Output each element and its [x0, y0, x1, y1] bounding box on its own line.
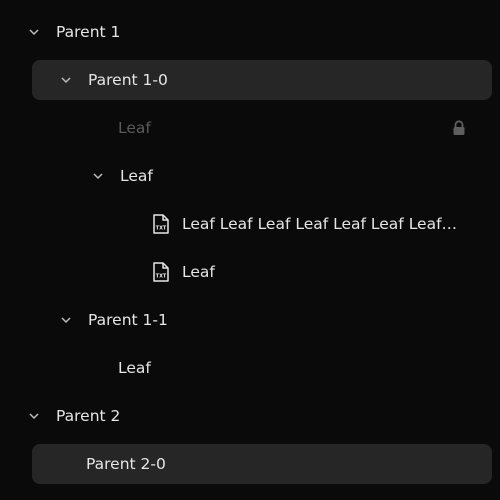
tree-node-parent-1[interactable]: Parent 1: [0, 12, 500, 52]
tree-node-leaf-child[interactable]: Leaf: [0, 348, 500, 388]
chevron-down-icon[interactable]: [26, 408, 42, 424]
tree-node-label: Leaf: [182, 263, 215, 281]
txt-file-icon: TXT: [152, 262, 170, 282]
tree-node-parent-2[interactable]: Parent 2: [0, 396, 500, 436]
chevron-down-icon[interactable]: [26, 24, 42, 40]
tree-node-parent-1-0[interactable]: Parent 1-0: [0, 60, 500, 100]
tree-node-label: Parent 1-1: [88, 311, 168, 329]
tree-node-leaf-disabled: Leaf: [0, 108, 500, 148]
tree-node-label: Parent 1: [56, 23, 121, 41]
tree-node-label: Parent 1-0: [88, 71, 168, 89]
tree-view: Parent 1 Parent 1-0 Leaf Leaf TXT Leaf L…: [0, 0, 500, 500]
tree-node-label: Leaf Leaf Leaf Leaf Leaf Leaf Leaf Leaf …: [182, 215, 460, 233]
chevron-down-icon[interactable]: [90, 168, 106, 184]
tree-node-parent-1-1[interactable]: Parent 1-1: [0, 300, 500, 340]
tree-node-parent-2-0[interactable]: Parent 2-0: [0, 444, 500, 484]
tree-node-leaf-file[interactable]: TXT Leaf: [0, 252, 500, 292]
tree-node-leaf-long[interactable]: TXT Leaf Leaf Leaf Leaf Leaf Leaf Leaf L…: [0, 204, 500, 244]
chevron-down-icon[interactable]: [58, 312, 74, 328]
txt-file-icon: TXT: [152, 214, 170, 234]
tree-node-label: Parent 2-0: [86, 455, 166, 473]
tree-node-label: Parent 2: [56, 407, 121, 425]
tree-node-leaf-branch[interactable]: Leaf: [0, 156, 500, 196]
svg-text:TXT: TXT: [156, 274, 167, 280]
chevron-down-icon[interactable]: [58, 72, 74, 88]
tree-node-label: Leaf: [120, 167, 153, 185]
tree-node-label: Leaf: [118, 119, 151, 137]
lock-icon: [452, 120, 466, 136]
svg-text:TXT: TXT: [156, 226, 167, 232]
tree-node-label: Leaf: [118, 359, 151, 377]
